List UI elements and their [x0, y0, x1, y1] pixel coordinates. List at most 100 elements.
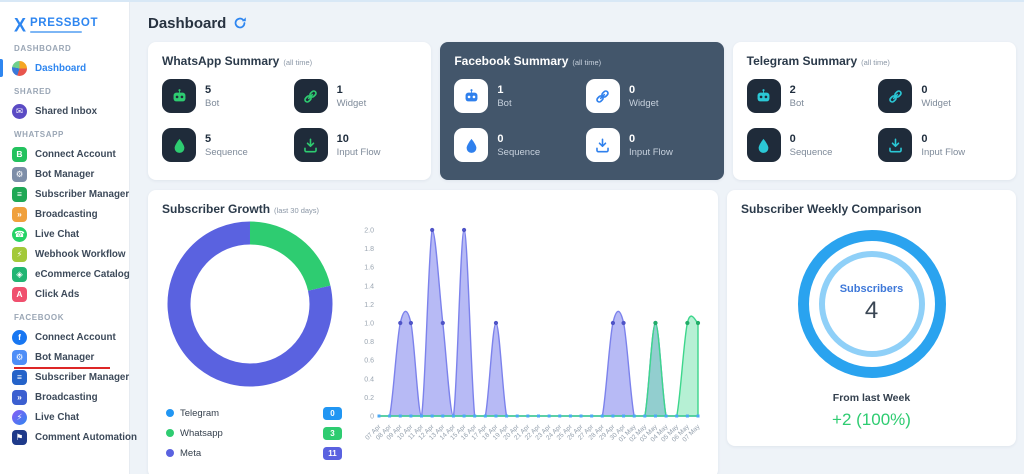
sidebar-item-label: Subscriber Manager: [35, 189, 129, 200]
data-point-telegram: [611, 415, 614, 418]
stat-label: Bot: [205, 98, 219, 109]
sidebar-item-click-ads[interactable]: A Click Ads: [12, 284, 119, 304]
sidebar-item-ecommerce-catalog[interactable]: ◈eCommerce Catalog: [12, 264, 119, 284]
donut-chart: [166, 220, 348, 393]
charts-row: Subscriber Growth (last 30 days) Telegra…: [148, 190, 1016, 474]
stat-text: 0Input Flow: [629, 133, 673, 158]
stat-label: Sequence: [205, 147, 248, 158]
sidebar-item-connect-account[interactable]: B Connect Account: [12, 144, 119, 164]
stat-label: Widget: [921, 98, 951, 109]
data-point-telegram: [526, 415, 529, 418]
sidebar-item-shared-inbox[interactable]: ✉ Shared Inbox: [12, 101, 119, 121]
stat-value: 0: [790, 133, 833, 145]
weekly-ring-gauge: Subscribers 4: [798, 230, 946, 378]
sidebar-item-label: Bot Manager: [35, 169, 94, 180]
legend-item-meta[interactable]: Meta11: [166, 443, 348, 463]
sidebar-item-label: Broadcasting: [35, 392, 98, 403]
sidebar-item-subscriber-manager[interactable]: ≡Subscriber Manager: [12, 367, 119, 387]
page-title: Dashboard: [148, 15, 226, 32]
sidebar-item-webhook-workflow[interactable]: ⚡Webhook Workflow: [12, 244, 119, 264]
sidebar-item-label: Broadcasting: [35, 209, 98, 220]
stat-label: Bot: [790, 98, 804, 109]
sidebar-section-label-whatsapp: WHATSAPP: [14, 130, 119, 139]
comment-automation-icon: ⚑: [12, 430, 27, 445]
data-point-telegram: [633, 415, 636, 418]
stat-text: 0 Widget: [921, 84, 951, 109]
whatsapp-connect-account-icon: B: [12, 147, 27, 162]
card-title-row: Facebook Summary(all time): [454, 54, 709, 68]
card-subtitle: (all time): [861, 58, 890, 67]
sidebar-item-bot-manager[interactable]: ⚙Bot Manager: [12, 347, 119, 367]
refresh-icon[interactable]: [233, 16, 247, 30]
legend-item-whatsapp[interactable]: Whatsapp3: [166, 423, 348, 443]
y-axis-tick: 1.6: [364, 265, 374, 272]
y-axis-tick: 0.6: [364, 358, 374, 365]
card-title-row: Telegram Summary(all time): [747, 54, 1002, 68]
card-title: WhatsApp Summary: [162, 54, 279, 68]
stat-label: Sequence: [497, 147, 540, 158]
sidebar-item-label: Connect Account: [35, 149, 116, 160]
data-point-telegram: [686, 415, 689, 418]
sidebar-item-connect-account[interactable]: fConnect Account: [12, 327, 119, 347]
sidebar-item-comment-automation[interactable]: ⚑Comment Automation: [12, 427, 119, 447]
sidebar: X PRESSBOT DASHBOARDDashboardSHARED✉Shar…: [0, 2, 130, 474]
sidebar-item-dashboard[interactable]: Dashboard: [12, 58, 119, 78]
stat-tile: [294, 79, 328, 113]
sidebar-item-subscriber-manager[interactable]: ≡Subscriber Manager: [12, 184, 119, 204]
sidebar-item-label: Shared Inbox: [35, 106, 97, 117]
stat-text: 5Bot: [205, 84, 219, 109]
data-point-telegram: [601, 415, 604, 418]
sidebar-section-label-facebook: FACEBOOK: [14, 313, 119, 322]
stat-tile: [294, 128, 328, 162]
stat-label: Widget: [629, 98, 659, 109]
stat-tile: [454, 79, 488, 113]
from-last-week-label: From last Week: [833, 392, 910, 404]
data-point-telegram: [622, 415, 625, 418]
stat-text: 0Input Flow: [921, 133, 965, 158]
click-ads-icon: A: [12, 287, 27, 302]
sequence-icon: [171, 137, 188, 154]
data-point-telegram: [580, 415, 583, 418]
shared-inbox-icon: ✉: [12, 104, 27, 119]
sidebar-item-bot-manager[interactable]: ⚙Bot Manager: [12, 164, 119, 184]
sidebar-item-broadcasting[interactable]: » Broadcasting: [12, 204, 119, 224]
data-point-telegram: [484, 415, 487, 418]
stat-widget: 1Widget: [294, 79, 418, 113]
sidebar-item-label: Bot Manager: [35, 352, 94, 363]
data-point-telegram: [675, 415, 678, 418]
legend-dot: [166, 449, 174, 457]
data-point-meta: [441, 321, 445, 325]
sidebar-item-broadcasting[interactable]: »Broadcasting: [12, 387, 119, 407]
y-axis-tick: 0.8: [364, 339, 374, 346]
data-point-telegram: [537, 415, 540, 418]
weekly-ring-inner: Subscribers 4: [819, 251, 925, 357]
whatsapp-broadcasting-icon: »: [12, 207, 27, 222]
y-axis-tick: 0.2: [364, 395, 374, 402]
sidebar-item-live-chat[interactable]: ⚡Live Chat: [12, 407, 119, 427]
bot-icon: [171, 88, 188, 105]
sidebar-item-label: Click Ads: [35, 289, 79, 300]
sidebar-section-label-shared: SHARED: [14, 87, 119, 96]
legend-item-telegram[interactable]: Telegram0: [166, 403, 348, 423]
stat-input-flow: 0Input Flow: [878, 128, 1002, 162]
stat-value: 0: [921, 84, 951, 96]
data-point-meta: [494, 321, 498, 325]
facebook-summary-card: Facebook Summary(all time)1Bot0Widget0Se…: [440, 42, 723, 180]
sidebar-item-label: Subscriber Manager: [35, 372, 129, 383]
stat-label: Bot: [497, 98, 511, 109]
stat-tile: [747, 79, 781, 113]
legend-label: Meta: [180, 448, 201, 459]
data-point-meta: [611, 321, 615, 325]
sidebar-item-live-chat[interactable]: ☎Live Chat: [12, 224, 119, 244]
y-axis-tick: 1.0: [364, 321, 374, 328]
stat-label: Input Flow: [337, 147, 381, 158]
sidebar-section-label-dashboard: DASHBOARD: [14, 44, 119, 53]
main-content: Dashboard WhatsApp Summary (all time) 5Bot…: [130, 2, 1024, 474]
page-header: Dashboard: [148, 10, 1016, 36]
ecommerce-catalog-icon: ◈: [12, 267, 27, 282]
stat-tile: [747, 128, 781, 162]
data-point-telegram: [473, 415, 476, 418]
card-subtitle: (all time): [572, 58, 601, 67]
data-point-telegram: [516, 415, 519, 418]
sidebar-item-label: Dashboard: [35, 63, 86, 74]
